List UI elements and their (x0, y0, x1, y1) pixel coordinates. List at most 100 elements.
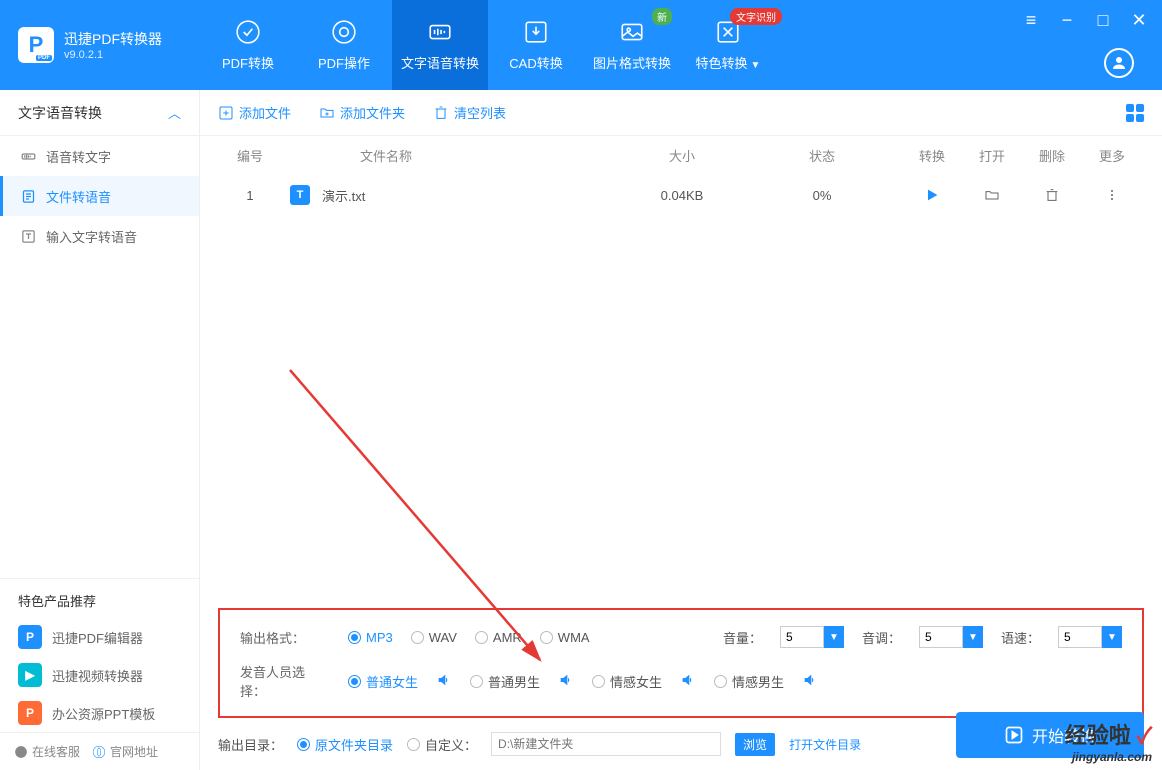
audio-icon (427, 19, 453, 45)
button-label: 添加文件夹 (340, 103, 405, 122)
radio-amr[interactable]: AMR (475, 630, 522, 645)
wave-icon (20, 148, 36, 164)
col-delete-label: 删除 (1022, 146, 1082, 165)
col-status-label: 状态 (742, 146, 902, 165)
volume-stepper[interactable]: ▼ (780, 626, 844, 648)
volume-input[interactable] (780, 626, 824, 648)
row-more-button[interactable] (1082, 187, 1142, 203)
preview-sound-icon[interactable] (802, 672, 818, 691)
tab-pdf-operate[interactable]: PDF操作 (296, 0, 392, 90)
radio-custom-dir[interactable]: 自定义： (407, 735, 477, 754)
table-row[interactable]: 1 T 演示.txt 0.04KB 0% (200, 174, 1162, 216)
output-path-input[interactable] (491, 732, 721, 756)
pitch-label: 音调： (862, 628, 901, 647)
pdf-editor-icon: P (18, 625, 42, 649)
tab-label: PDF操作 (318, 53, 370, 72)
tab-label: 图片格式转换 (593, 53, 671, 72)
sidebar-header-label: 文字语音转换 (18, 103, 102, 123)
pitch-input[interactable] (919, 626, 963, 648)
recommend-video-converter[interactable]: ▶ 迅捷视频转换器 (0, 656, 199, 694)
col-size-label: 大小 (622, 146, 742, 165)
radio-voice-emo-male[interactable]: 情感男生 (714, 672, 784, 691)
footer-label: 官网地址 (110, 743, 158, 760)
badge-hot: 文字识别 (730, 8, 782, 25)
button-label: 添加文件 (239, 103, 291, 122)
recommend-label: 办公资源PPT模板 (52, 704, 155, 723)
badge-new: 新 (652, 8, 672, 25)
col-name-label: 文件名称 (280, 146, 622, 165)
row-delete-button[interactable] (1022, 187, 1082, 203)
browse-button[interactable]: 浏览 (735, 733, 775, 756)
pitch-stepper[interactable]: ▼ (919, 626, 983, 648)
user-avatar[interactable] (1104, 48, 1134, 78)
view-grid-button[interactable] (1126, 104, 1144, 122)
start-convert-button[interactable]: 开始转换 (956, 712, 1144, 758)
toolbar: 添加文件 添加文件夹 清空列表 (200, 90, 1162, 136)
sidebar-item-file-to-audio[interactable]: 文件转语音 (0, 176, 199, 216)
open-dir-button[interactable]: 打开文件目录 (789, 736, 861, 753)
header-bar: P 迅捷PDF转换器 v9.0.2.1 PDF转换 PDF操作 文字语音转换 C… (0, 0, 1162, 90)
convert-icon (235, 19, 261, 45)
footer-label: 在线客服 (32, 743, 80, 760)
sidebar-item-label: 输入文字转语音 (46, 227, 137, 246)
options-panel: 输出格式： MP3 WAV AMR WMA 音量： ▼ 音调： ▼ 语速： ▼ … (218, 608, 1144, 718)
radio-voice-female[interactable]: 普通女生 (348, 672, 418, 691)
row-num: 1 (220, 188, 280, 203)
close-button[interactable]: ✕ (1130, 10, 1148, 31)
sidebar-item-label: 语音转文字 (46, 147, 111, 166)
gear-icon (331, 19, 357, 45)
recommend-label: 迅捷视频转换器 (52, 666, 143, 685)
tab-image-convert[interactable]: 新 图片格式转换 (584, 0, 680, 90)
col-more-label: 更多 (1082, 146, 1142, 165)
main-panel: 添加文件 添加文件夹 清空列表 编号 文件名称 大小 状态 转换 打开 删除 更… (200, 90, 1162, 770)
speed-input[interactable] (1058, 626, 1102, 648)
chevron-up-icon: ︿ (168, 103, 181, 122)
radio-wav[interactable]: WAV (411, 630, 457, 645)
radio-wma[interactable]: WMA (540, 630, 590, 645)
recommend-ppt-template[interactable]: P 办公资源PPT模板 (0, 694, 199, 732)
spinner-down-icon[interactable]: ▼ (963, 626, 983, 648)
row-status: 0% (742, 188, 902, 203)
minimize-button[interactable]: − (1058, 10, 1076, 31)
app-title: 迅捷PDF转换器 (64, 29, 162, 49)
row-filename: 演示.txt (322, 186, 365, 205)
speed-stepper[interactable]: ▼ (1058, 626, 1122, 648)
radio-voice-emo-female[interactable]: 情感女生 (592, 672, 662, 691)
recommend-title: 特色产品推荐 (0, 578, 199, 618)
add-file-button[interactable]: 添加文件 (218, 103, 291, 122)
button-label: 开始转换 (1032, 723, 1096, 747)
online-service-link[interactable]: 在线客服 (14, 743, 80, 760)
sidebar-item-audio-to-text[interactable]: 语音转文字 (0, 136, 199, 176)
chevron-down-icon: ▼ (751, 60, 761, 71)
tab-label: 特色转换 (696, 56, 748, 71)
tab-special-convert[interactable]: 文字识别 特色转换▼ (680, 0, 776, 90)
sidebar-header[interactable]: 文字语音转换 ︿ (0, 90, 199, 136)
preview-sound-icon[interactable] (680, 672, 696, 691)
tab-cad-convert[interactable]: CAD转换 (488, 0, 584, 90)
preview-sound-icon[interactable] (436, 672, 452, 691)
window-controls: ≡ − □ ✕ (1022, 10, 1148, 31)
preview-sound-icon[interactable] (558, 672, 574, 691)
clear-list-button[interactable]: 清空列表 (433, 103, 506, 122)
tab-pdf-convert[interactable]: PDF转换 (200, 0, 296, 90)
menu-button[interactable]: ≡ (1022, 10, 1040, 31)
radio-source-dir[interactable]: 原文件夹目录 (297, 735, 393, 754)
official-site-link[interactable]: 官网地址 (92, 743, 158, 760)
format-label: 输出格式： (240, 628, 330, 647)
recommend-pdf-editor[interactable]: P 迅捷PDF编辑器 (0, 618, 199, 656)
radio-voice-male[interactable]: 普通男生 (470, 672, 540, 691)
maximize-button[interactable]: □ (1094, 10, 1112, 31)
sidebar-item-label: 文件转语音 (46, 187, 111, 206)
row-size: 0.04KB (622, 188, 742, 203)
row-open-button[interactable] (962, 187, 1022, 203)
text-icon (20, 228, 36, 244)
add-folder-button[interactable]: 添加文件夹 (319, 103, 405, 122)
col-convert-label: 转换 (902, 146, 962, 165)
sidebar-item-text-to-audio[interactable]: 输入文字转语音 (0, 216, 199, 256)
spinner-down-icon[interactable]: ▼ (824, 626, 844, 648)
tab-text-audio[interactable]: 文字语音转换 (392, 0, 488, 90)
row-play-button[interactable] (902, 187, 962, 203)
spinner-down-icon[interactable]: ▼ (1102, 626, 1122, 648)
radio-mp3[interactable]: MP3 (348, 630, 393, 645)
col-open-label: 打开 (962, 146, 1022, 165)
